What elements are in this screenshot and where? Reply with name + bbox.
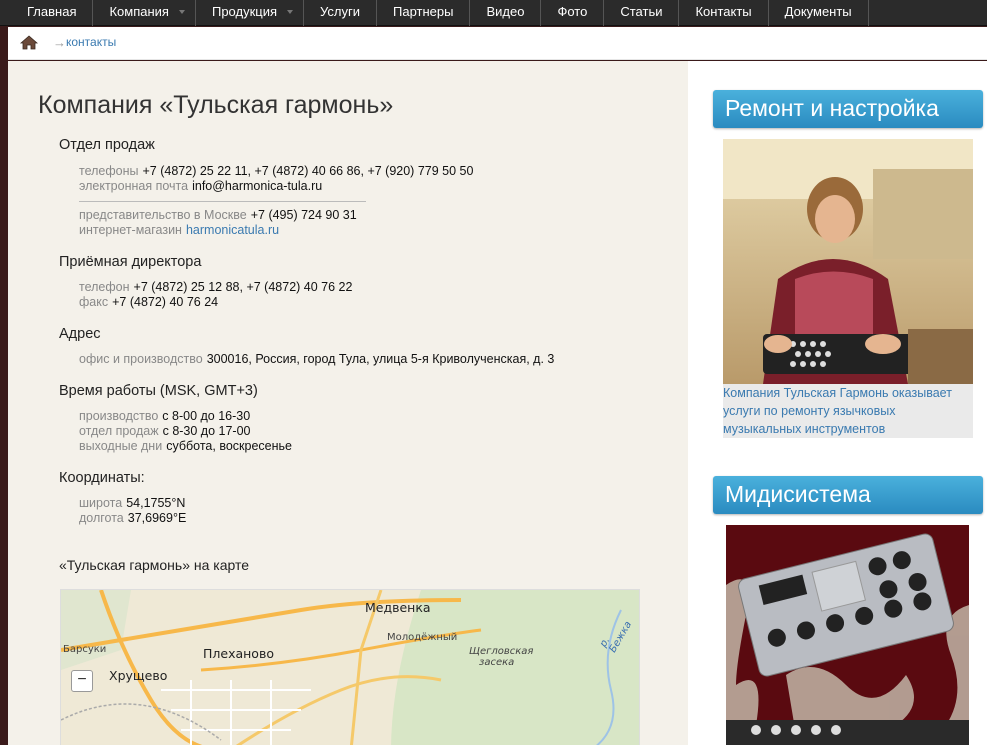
map[interactable]: Медвенка Молодёжный Плеханово Хрущево Ба… xyxy=(60,589,640,745)
sales-email-row: электронная почта info@harmonica-tula.ru xyxy=(79,179,322,193)
nav-item-label: Главная xyxy=(27,4,77,19)
coords-lon-value: 37,6969°E xyxy=(127,511,187,525)
shop-row: интернет-магазин harmonicatula.ru xyxy=(79,223,279,237)
shop-label: интернет-магазин xyxy=(79,223,182,237)
sales-heading: Отдел продаж xyxy=(59,137,155,153)
director-fax-row: факс +7 (4872) 40 76 24 xyxy=(79,295,218,309)
coords-lon-label: долгота xyxy=(79,511,124,525)
director-phone-label: телефон xyxy=(79,280,130,294)
hours-weekend-row: выходные дни суббота, воскресенье xyxy=(79,439,292,453)
nav-item-label: Фото xyxy=(557,4,588,19)
address-heading: Адрес xyxy=(59,326,101,342)
address-value: 300016, Россия, город Тула, улица 5-я Кр… xyxy=(206,352,555,366)
breadcrumb-current[interactable]: контакты xyxy=(66,35,116,49)
main-content: Компания «Тульская гармонь» Отдел продаж… xyxy=(8,61,688,745)
map-label-khrushchevo: Хрущево xyxy=(109,668,168,683)
nav-item-7[interactable]: Статьи xyxy=(604,0,680,26)
director-phone-value: +7 (4872) 25 12 88, +7 (4872) 40 76 22 xyxy=(133,280,353,294)
midi-photo[interactable] xyxy=(726,525,969,745)
coords-lat-value: 54,1755°N xyxy=(126,496,186,510)
sales-phones-value: +7 (4872) 25 22 11, +7 (4872) 40 66 86, … xyxy=(142,164,474,178)
hours-heading: Время работы (MSK, GMT+3) xyxy=(59,383,258,399)
map-heading: «Тульская гармонь» на карте xyxy=(59,557,250,573)
nav-item-label: Документы xyxy=(784,4,852,19)
map-label-molodezhny: Молодёжный xyxy=(387,632,458,643)
director-fax-label: факс xyxy=(79,295,109,309)
sales-phones-label: телефоны xyxy=(79,164,139,178)
chevron-down-icon xyxy=(287,10,294,14)
map-label-barsuki: Барсуки xyxy=(63,644,107,655)
sidebar: Ремонт и настройка Компания Тульская Гар… xyxy=(688,61,987,745)
midi-photo-image xyxy=(726,525,969,745)
nav-item-2[interactable]: Продукция xyxy=(196,0,305,26)
nav-item-3[interactable]: Услуги xyxy=(304,0,378,26)
address-label: офис и производство xyxy=(79,352,203,366)
address-row: офис и производство 300016, Россия, город… xyxy=(79,352,554,366)
map-label-medvenka: Медвенка xyxy=(365,600,431,615)
nav-item-label: Контакты xyxy=(695,4,752,19)
home-icon[interactable] xyxy=(20,35,38,50)
director-phone-row: телефон +7 (4872) 25 12 88, +7 (4872) 40 … xyxy=(79,280,352,294)
breadcrumb-separator-icon: → xyxy=(53,35,66,50)
nav-item-label: Продукция xyxy=(211,4,278,19)
page-title: Компания «Тульская гармонь» xyxy=(38,91,394,119)
top-nav: Главная Компания Продукция Услуги Партнеры Ви… xyxy=(0,0,987,26)
sales-email-value[interactable]: info@harmonica-tula.ru xyxy=(192,179,322,193)
hours-weekend-label: выходные дни xyxy=(79,439,163,453)
shop-link[interactable]: harmonicatula.ru xyxy=(186,223,279,237)
map-label-zaseka-2: засека xyxy=(479,657,515,668)
sales-email-label: электронная почта xyxy=(79,179,189,193)
repair-photo-image xyxy=(723,139,973,384)
nav-item-0[interactable]: Главная xyxy=(0,0,94,26)
hours-production-value: с 8-00 до 16-30 xyxy=(162,409,251,423)
breadcrumb: → контакты xyxy=(8,27,987,60)
chevron-down-icon xyxy=(178,10,185,14)
hours-production-label: производство xyxy=(79,409,159,423)
nav-item-1[interactable]: Компания xyxy=(93,0,196,26)
midi-heading[interactable]: Мидисистема xyxy=(713,476,983,514)
hours-production-row: производство с 8-00 до 16-30 xyxy=(79,409,250,423)
director-heading: Приёмная директора xyxy=(59,254,202,270)
nav-item-label: Партнеры xyxy=(393,4,454,19)
nav-item-label: Компания xyxy=(109,4,169,19)
moscow-row: представительство в Москве +7 (495) 724 9… xyxy=(79,208,357,222)
coords-lat-label: широта xyxy=(79,496,123,510)
coords-heading: Координаты: xyxy=(59,470,145,486)
moscow-label: представительство в Москве xyxy=(79,208,247,222)
nav-item-4[interactable]: Партнеры xyxy=(377,0,471,26)
map-label-zaseka-1: Щегловская xyxy=(469,646,534,657)
repair-heading[interactable]: Ремонт и настройка xyxy=(713,90,983,128)
hours-sales-label: отдел продаж xyxy=(79,424,159,438)
hours-sales-row: отдел продаж с 8-30 до 17-00 xyxy=(79,424,251,438)
nav-item-8[interactable]: Контакты xyxy=(679,0,769,26)
nav-item-5[interactable]: Видео xyxy=(470,0,542,26)
moscow-phone: +7 (495) 724 90 31 xyxy=(250,208,357,222)
repair-photo[interactable] xyxy=(723,139,973,384)
coords-lon-row: долгота 37,6969°E xyxy=(79,511,186,525)
coords-lat-row: широта 54,1755°N xyxy=(79,496,185,510)
hours-weekend-value: суббота, воскресенье xyxy=(166,439,292,453)
map-label-plekhanovo: Плеханово xyxy=(203,646,274,661)
map-zoom-out-button[interactable]: − xyxy=(71,670,93,692)
repair-caption[interactable]: Компания Тульская Гармонь оказывает услу… xyxy=(723,384,973,438)
nav-item-label: Видео xyxy=(486,4,525,19)
divider xyxy=(79,201,366,202)
nav-item-label: Статьи xyxy=(620,4,663,19)
nav-item-6[interactable]: Фото xyxy=(541,0,605,26)
nav-item-label: Услуги xyxy=(320,4,361,19)
director-fax-value: +7 (4872) 40 76 24 xyxy=(112,295,219,309)
hours-sales-value: с 8-30 до 17-00 xyxy=(162,424,251,438)
sales-phones-row: телефоны +7 (4872) 25 22 11, +7 (4872) 40… xyxy=(79,164,473,178)
nav-item-9[interactable]: Документы xyxy=(769,0,869,26)
